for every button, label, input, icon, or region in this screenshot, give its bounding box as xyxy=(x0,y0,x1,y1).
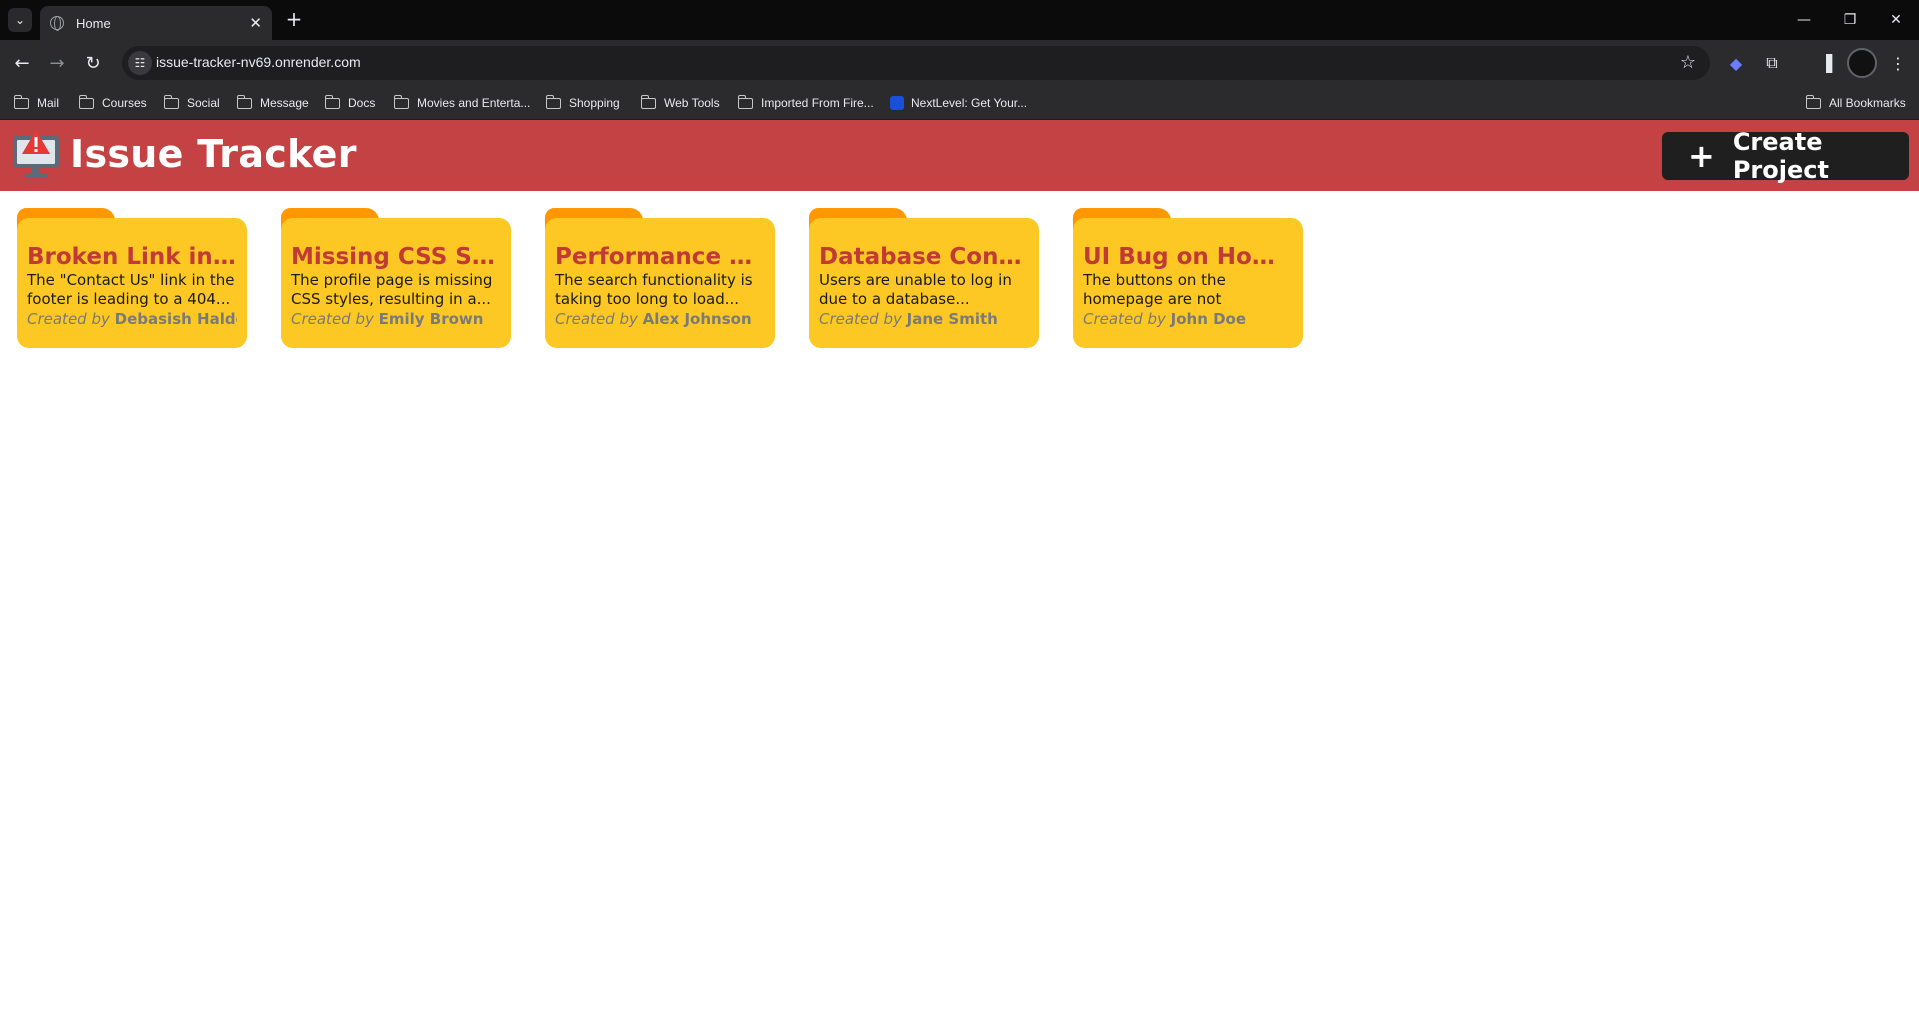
issue-title: UI Bug on Homep... xyxy=(1083,244,1293,270)
bookmark-social[interactable]: Social xyxy=(163,86,220,120)
folder-icon xyxy=(13,94,29,109)
issue-card[interactable]: Performance Deg... The search functional… xyxy=(545,208,775,348)
minimize-icon[interactable]: — xyxy=(1781,0,1827,40)
bookmark-label: Imported From Fire... xyxy=(761,96,874,110)
address-bar[interactable]: ☷ issue-tracker-nv69.onrender.com ☆ xyxy=(122,46,1710,80)
folder-icon xyxy=(236,94,252,109)
forward-icon[interactable]: → xyxy=(42,48,72,78)
issue-title: Broken Link in F... xyxy=(27,244,237,270)
issue-card[interactable]: Broken Link in F... The "Contact Us" lin… xyxy=(17,208,247,348)
issue-author: Jane Smith xyxy=(906,310,998,328)
bookmark-label: Movies and Enterta... xyxy=(417,96,531,110)
tab-search-chevron-icon[interactable]: ⌄ xyxy=(8,8,32,32)
tab-close-icon[interactable]: ✕ xyxy=(249,14,262,32)
issue-created-by: Created by Debasish Halder xyxy=(27,309,237,329)
browser-tab-bar: ⌄ Home ✕ + — ❐ ✕ xyxy=(0,0,1919,40)
bookmark-label: Courses xyxy=(102,96,147,110)
all-bookmarks[interactable]: All Bookmarks xyxy=(1805,86,1906,120)
extensions-puzzle-icon[interactable]: ⧉ xyxy=(1758,49,1786,77)
issue-author: John Doe xyxy=(1170,310,1247,328)
folder-icon xyxy=(640,94,656,109)
folder-icon xyxy=(78,94,94,109)
bookmark-imported[interactable]: Imported From Fire... xyxy=(737,86,874,120)
created-by-prefix: Created by xyxy=(291,310,374,328)
extension-drop-icon[interactable]: ◆ xyxy=(1722,49,1750,77)
site-info-icon[interactable]: ☷ xyxy=(128,51,152,75)
issue-created-by: Created by Alex Johnson xyxy=(555,309,765,329)
issue-author: Emily Brown xyxy=(378,310,484,328)
bookmark-label: Docs xyxy=(348,96,376,110)
app-title: Issue Tracker xyxy=(70,132,357,176)
issue-card[interactable]: UI Bug on Homep... The buttons on the ho… xyxy=(1073,208,1303,348)
bookmark-courses[interactable]: Courses xyxy=(78,86,147,120)
folder-icon xyxy=(1805,94,1821,109)
reload-icon[interactable]: ↻ xyxy=(78,48,108,78)
browser-toolbar: ← → ↻ ☷ issue-tracker-nv69.onrender.com … xyxy=(0,40,1919,86)
issue-created-by: Created by Emily Brown xyxy=(291,309,501,329)
bookmark-shopping[interactable]: Shopping xyxy=(545,86,620,120)
folder-icon xyxy=(163,94,179,109)
issue-card[interactable]: Missing CSS Style... The profile page is… xyxy=(281,208,511,348)
bookmark-label: NextLevel: Get Your... xyxy=(911,96,1028,110)
profile-avatar[interactable] xyxy=(1847,48,1877,78)
bookmark-star-icon[interactable]: ☆ xyxy=(1680,52,1696,73)
plus-icon: + xyxy=(1688,137,1715,175)
created-by-prefix: Created by xyxy=(555,310,638,328)
created-by-prefix: Created by xyxy=(819,310,902,328)
restore-icon[interactable]: ❐ xyxy=(1827,0,1873,40)
browser-tab[interactable]: Home ✕ xyxy=(40,6,272,40)
menu-kebab-icon[interactable]: ⋮ xyxy=(1884,49,1912,77)
folder-icon xyxy=(393,94,409,109)
bookmark-docs[interactable]: Docs xyxy=(324,86,376,120)
create-project-button[interactable]: + Create Project xyxy=(1662,128,1909,184)
issue-description: The "Contact Us" link in the footer is l… xyxy=(27,271,235,308)
url-text: issue-tracker-nv69.onrender.com xyxy=(156,54,361,70)
nextlevel-favicon-icon xyxy=(890,96,904,110)
issue-description: The buttons on the homepage are not alig… xyxy=(1083,271,1226,308)
window-close-icon[interactable]: ✕ xyxy=(1873,0,1919,40)
issue-created-by: Created by John Doe xyxy=(1083,309,1293,329)
bookmark-label: Shopping xyxy=(569,96,620,110)
issue-description: The search functionality is taking too l… xyxy=(555,271,753,308)
issue-author: Debasish Halder xyxy=(114,310,237,328)
issue-title: Database Connec... xyxy=(819,244,1029,270)
issue-title: Missing CSS Style... xyxy=(291,244,501,270)
issue-description: Users are unable to log in due to a data… xyxy=(819,271,1012,308)
bookmark-label: Mail xyxy=(37,96,60,110)
issue-author: Alex Johnson xyxy=(642,310,752,328)
folder-icon xyxy=(545,94,561,109)
globe-icon xyxy=(50,16,64,31)
issue-card[interactable]: Database Connec... Users are unable to l… xyxy=(809,208,1039,348)
create-project-label: Create Project xyxy=(1732,128,1829,184)
bookmarks-bar: Mail Courses Social Message Docs Movies … xyxy=(0,86,1919,120)
bookmark-label: Social xyxy=(187,96,220,110)
bookmark-web-tools[interactable]: Web Tools xyxy=(640,86,720,120)
bookmark-nextlevel[interactable]: NextLevel: Get Your... xyxy=(890,86,1027,120)
app-header: Issue Tracker + Create Project xyxy=(0,120,1919,191)
created-by-prefix: Created by xyxy=(27,310,110,328)
created-by-prefix: Created by xyxy=(1083,310,1166,328)
bookmark-mail[interactable]: Mail xyxy=(13,86,60,120)
folder-icon xyxy=(324,94,340,109)
back-icon[interactable]: ← xyxy=(7,48,37,78)
bookmark-label: Message xyxy=(260,96,309,110)
bookmark-message[interactable]: Message xyxy=(236,86,309,120)
issue-tracker-logo-icon xyxy=(13,130,59,178)
folder-icon xyxy=(737,94,753,109)
side-panel-icon[interactable]: ▐ xyxy=(1812,49,1840,77)
new-tab-button[interactable]: + xyxy=(282,8,306,32)
issue-title: Performance Deg... xyxy=(555,244,765,270)
issue-created-by: Created by Jane Smith xyxy=(819,309,1029,329)
issue-description: The profile page is missing CSS styles, … xyxy=(291,271,493,308)
bookmark-label: All Bookmarks xyxy=(1829,96,1906,110)
bookmark-label: Web Tools xyxy=(664,96,720,110)
tab-title: Home xyxy=(76,15,111,31)
bookmark-movies[interactable]: Movies and Enterta... xyxy=(393,86,531,120)
